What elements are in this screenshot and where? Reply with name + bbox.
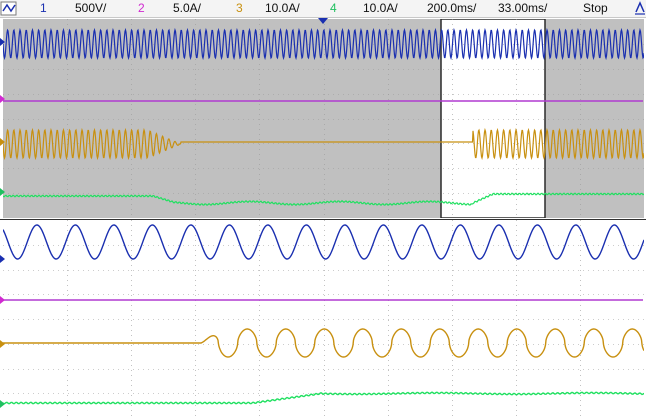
status-bar: 1 500V/ 2 5.0A/ 3 10.0A/ 4 10.0A/ 200.0m… xyxy=(0,0,646,18)
zoom-ch1-ground-marker-icon[interactable] xyxy=(0,255,5,263)
ch4-number[interactable]: 4 xyxy=(330,1,337,16)
oscilloscope-display: 1 500V/ 2 5.0A/ 3 10.0A/ 4 10.0A/ 200.0m… xyxy=(0,0,646,419)
zoom-ch3-ground-marker-icon[interactable] xyxy=(0,340,5,348)
channel-ground-markers xyxy=(0,38,5,196)
trigger-delay[interactable]: 33.00ms/ xyxy=(498,1,547,16)
zoomed-waveform-plot xyxy=(3,220,644,418)
ch4-ground-marker-icon[interactable] xyxy=(0,188,5,196)
timebase-scale[interactable]: 200.0ms/ xyxy=(427,1,476,16)
zoomed-waveform-panel[interactable] xyxy=(3,220,644,418)
ch2-scale[interactable]: 5.0A/ xyxy=(173,1,201,16)
ch1-number[interactable]: 1 xyxy=(40,1,47,16)
zoom-ch2-ground-marker-icon[interactable] xyxy=(0,296,5,304)
zoom-channel-ground-markers xyxy=(0,255,5,408)
trigger-position-marker-icon[interactable] xyxy=(318,18,328,25)
ch3-number[interactable]: 3 xyxy=(236,1,243,16)
ch2-ground-marker-icon[interactable] xyxy=(0,95,5,103)
zoom-ch4-ground-marker-icon[interactable] xyxy=(0,400,5,408)
zoomed-background xyxy=(3,220,644,418)
overview-waveform-plot xyxy=(3,19,644,218)
trigger-level-icon[interactable] xyxy=(634,0,646,16)
ch3-scale[interactable]: 10.0A/ xyxy=(265,1,300,16)
ch2-number[interactable]: 2 xyxy=(138,1,145,16)
ch1-scale[interactable]: 500V/ xyxy=(75,1,106,16)
ch1-indicator-icon[interactable] xyxy=(0,0,18,17)
overview-waveform-panel[interactable] xyxy=(3,19,644,218)
ch1-ground-marker-icon[interactable] xyxy=(0,38,5,46)
ch4-scale[interactable]: 10.0A/ xyxy=(363,1,398,16)
run-state[interactable]: Stop xyxy=(583,1,608,16)
ch3-ground-marker-icon[interactable] xyxy=(0,138,5,146)
